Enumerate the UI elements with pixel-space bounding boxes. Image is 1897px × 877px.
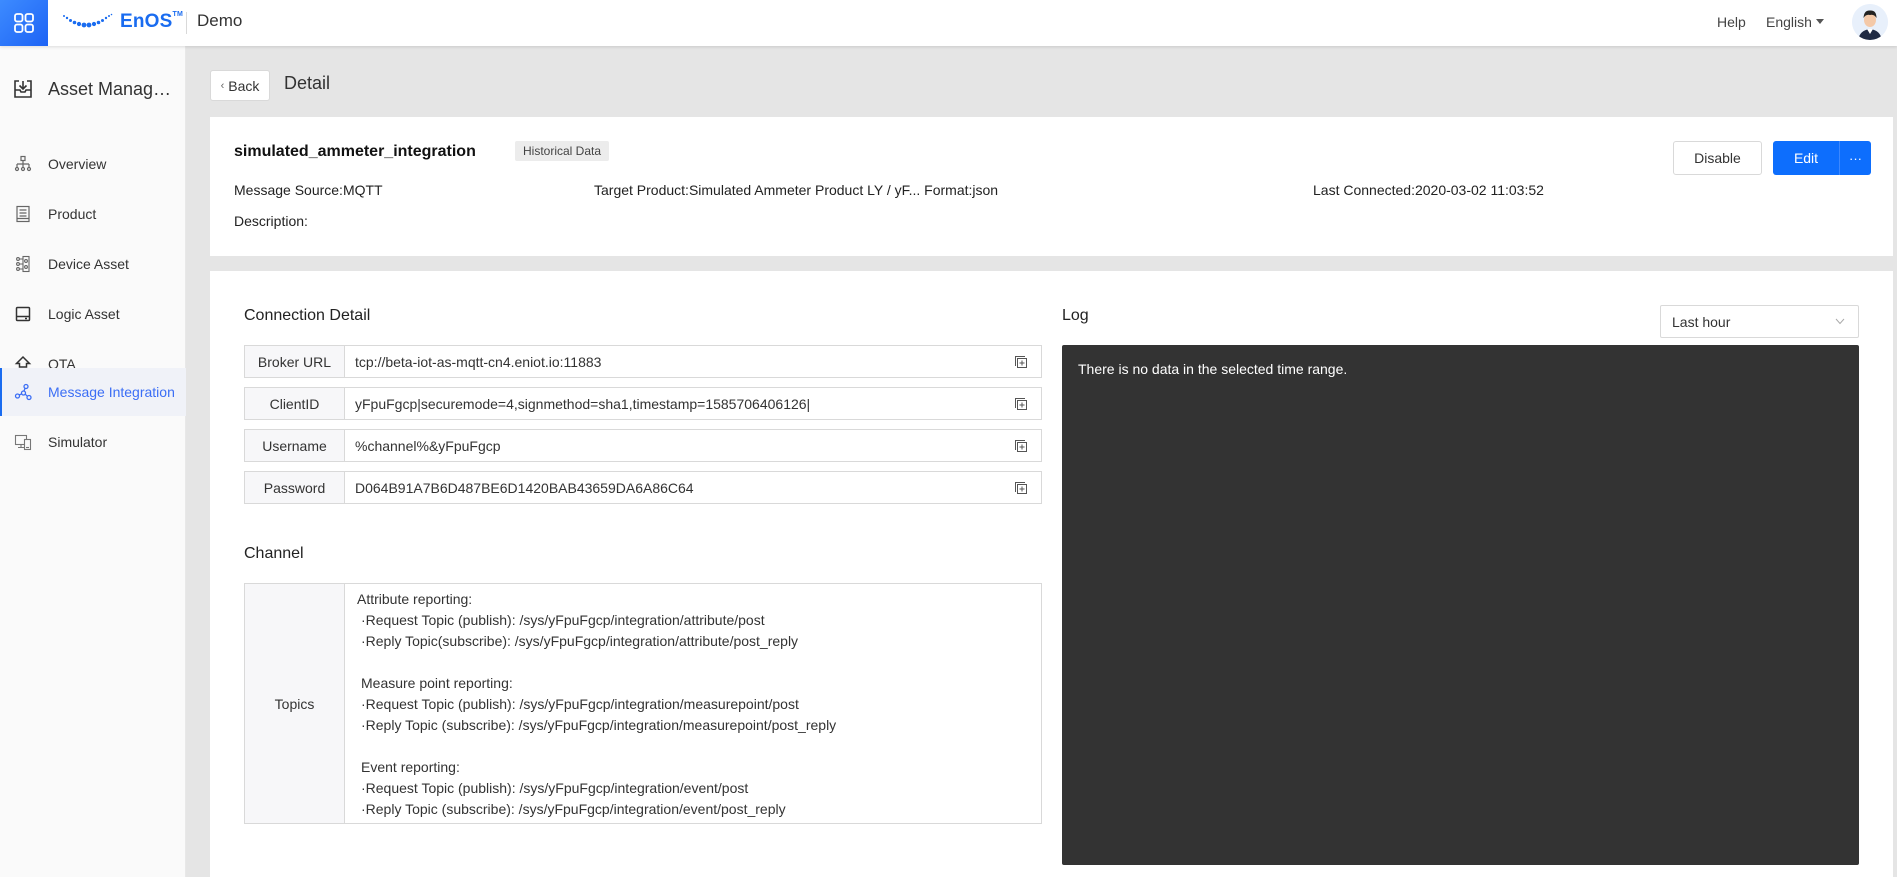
sidebar-item-device-asset[interactable]: Device Asset (0, 240, 186, 288)
app-name: Demo (197, 11, 243, 30)
device-asset-icon (12, 253, 34, 275)
hierarchy-icon (12, 153, 34, 175)
more-actions-button[interactable]: ··· (1839, 141, 1871, 175)
user-avatar-icon (1852, 4, 1888, 40)
integration-name: simulated_ammeter_integration (234, 143, 476, 160)
copy-button[interactable] (1001, 430, 1041, 461)
copy-icon (1015, 481, 1027, 494)
topic-group-heading: Measure point reporting: (361, 675, 513, 691)
channel-title: Channel (244, 545, 304, 562)
topic-group-attribute: Attribute reporting: ·Request Topic (pub… (357, 589, 1041, 652)
sidebar-item-label: Overview (48, 156, 107, 172)
topic-line: ·Reply Topic (subscribe): /sys/yFpuFgcp/… (361, 801, 786, 817)
target-product: Target Product:Simulated Ammeter Product… (594, 182, 999, 198)
connection-row-username: Username %channel%&yFpuFgcp (244, 429, 1042, 462)
description: Description: (234, 213, 308, 229)
row-value[interactable]: D064B91A7B6D487BE6D1420BAB43659DA6A86C64 (345, 472, 1001, 503)
monitor-device-icon (12, 431, 34, 453)
row-value[interactable]: %channel%&yFpuFgcp (345, 430, 1001, 461)
connection-detail-title: Connection Detail (244, 307, 371, 324)
brand-name: EnOSTM (120, 11, 184, 32)
topic-group-heading: Event reporting: (361, 759, 460, 775)
topic-group-event: Event reporting: ·Request Topic (publish… (357, 757, 1041, 820)
sidebar-item-label: Simulator (48, 434, 108, 450)
topic-group-measure-point: Measure point reporting: ·Request Topic … (357, 673, 1041, 736)
page-title: Detail (284, 73, 331, 93)
copy-button[interactable] (1001, 388, 1041, 419)
language-label: English (1766, 14, 1812, 30)
chevron-down-icon (1835, 318, 1845, 325)
network-nodes-icon (12, 381, 34, 403)
sidebar-item-message-integration[interactable]: Message Integration (0, 368, 186, 416)
enos-logo[interactable]: EnOSTM (62, 11, 183, 33)
caret-down-icon (1815, 19, 1824, 24)
language-dropdown[interactable]: English (1766, 14, 1824, 30)
selected-range: Last hour (1672, 313, 1731, 330)
header-divider (186, 12, 187, 34)
back-label: Back (228, 77, 260, 94)
sidebar-item-logic-asset[interactable]: Logic Asset (0, 290, 186, 338)
document-list-icon (12, 203, 34, 225)
row-key: Password (245, 472, 345, 503)
historical-data-tag[interactable]: Historical Data (515, 141, 610, 161)
copy-button[interactable] (1001, 472, 1041, 503)
edit-button[interactable]: Edit (1773, 141, 1839, 175)
row-key: Username (245, 430, 345, 461)
copy-icon (1015, 355, 1027, 368)
inbox-download-icon (14, 80, 32, 98)
connection-row-client-id: ClientID yFpuFgcp|securemode=4,signmetho… (244, 387, 1042, 420)
row-value[interactable]: tcp://beta-iot-as-mqtt-cn4.eniot.io:1188… (345, 346, 1001, 377)
topic-group-heading: Attribute reporting: (357, 591, 473, 607)
sidebar-title-label: Asset Manag… (48, 78, 172, 99)
sidebar-item-overview[interactable]: Overview (0, 140, 186, 188)
sidebar-item-label: Device Asset (48, 256, 129, 272)
sidebar: Asset Manag… Overview Product Device Ass… (0, 46, 186, 877)
log-empty-message: There is no data in the selected time ra… (1078, 361, 1348, 377)
topics-label: Topics (245, 584, 345, 823)
sidebar-item-simulator[interactable]: Simulator (0, 418, 186, 466)
channel-topics-table: Topics Attribute reporting: ·Request Top… (244, 583, 1042, 824)
sidebar-title[interactable]: Asset Manag… (12, 74, 182, 104)
logo-dots-icon (63, 13, 113, 28)
chevron-left-icon: ‹ (220, 79, 225, 92)
row-key: ClientID (245, 388, 345, 419)
log-title: Log (1062, 307, 1089, 324)
topic-line: ·Request Topic (publish): /sys/yFpuFgcp/… (361, 612, 765, 628)
topics-content: Attribute reporting: ·Request Topic (pub… (345, 584, 1041, 823)
integration-summary-card: simulated_ammeter_integration Historical… (210, 117, 1893, 256)
sidebar-item-product[interactable]: Product (0, 190, 186, 238)
user-avatar[interactable] (1852, 4, 1888, 40)
sidebar-item-label: Product (48, 206, 97, 222)
back-button[interactable]: ‹ Back (210, 70, 270, 101)
top-header: EnOSTM Demo Help English (0, 0, 1897, 46)
topic-line: ·Reply Topic (subscribe): /sys/yFpuFgcp/… (361, 717, 837, 733)
row-key: Broker URL (245, 346, 345, 377)
row-value[interactable]: yFpuFgcp|securemode=4,signmethod=sha1,ti… (345, 388, 1001, 419)
grid-apps-icon (14, 13, 34, 33)
ellipsis-icon: ··· (1849, 150, 1862, 166)
message-source: Message Source:MQTT (234, 182, 383, 198)
copy-button[interactable] (1001, 346, 1041, 377)
app-launcher-button[interactable] (0, 0, 48, 46)
topic-line: ·Request Topic (publish): /sys/yFpuFgcp/… (361, 780, 749, 796)
disable-button[interactable]: Disable (1673, 141, 1762, 175)
topic-line: ·Request Topic (publish): /sys/yFpuFgcp/… (361, 696, 799, 712)
drive-icon (12, 303, 34, 325)
topic-line: ·Reply Topic(subscribe): /sys/yFpuFgcp/i… (361, 633, 799, 649)
connection-row-password: Password D064B91A7B6D487BE6D1420BAB43659… (244, 471, 1042, 504)
copy-icon (1015, 397, 1027, 410)
help-link[interactable]: Help (1717, 14, 1746, 30)
last-connected: Last Connected:2020-03-02 11:03:52 (1313, 182, 1544, 198)
detail-main-card: Connection Detail Broker URL tcp://beta-… (210, 271, 1893, 877)
connection-row-broker-url: Broker URL tcp://beta-iot-as-mqtt-cn4.en… (244, 345, 1042, 378)
copy-icon (1015, 439, 1027, 452)
sidebar-item-label: Message Integration (48, 384, 175, 400)
log-panel: There is no data in the selected time ra… (1062, 345, 1859, 865)
sidebar-item-label: Logic Asset (48, 306, 120, 322)
log-time-range-select[interactable]: Last hour (1660, 305, 1859, 338)
